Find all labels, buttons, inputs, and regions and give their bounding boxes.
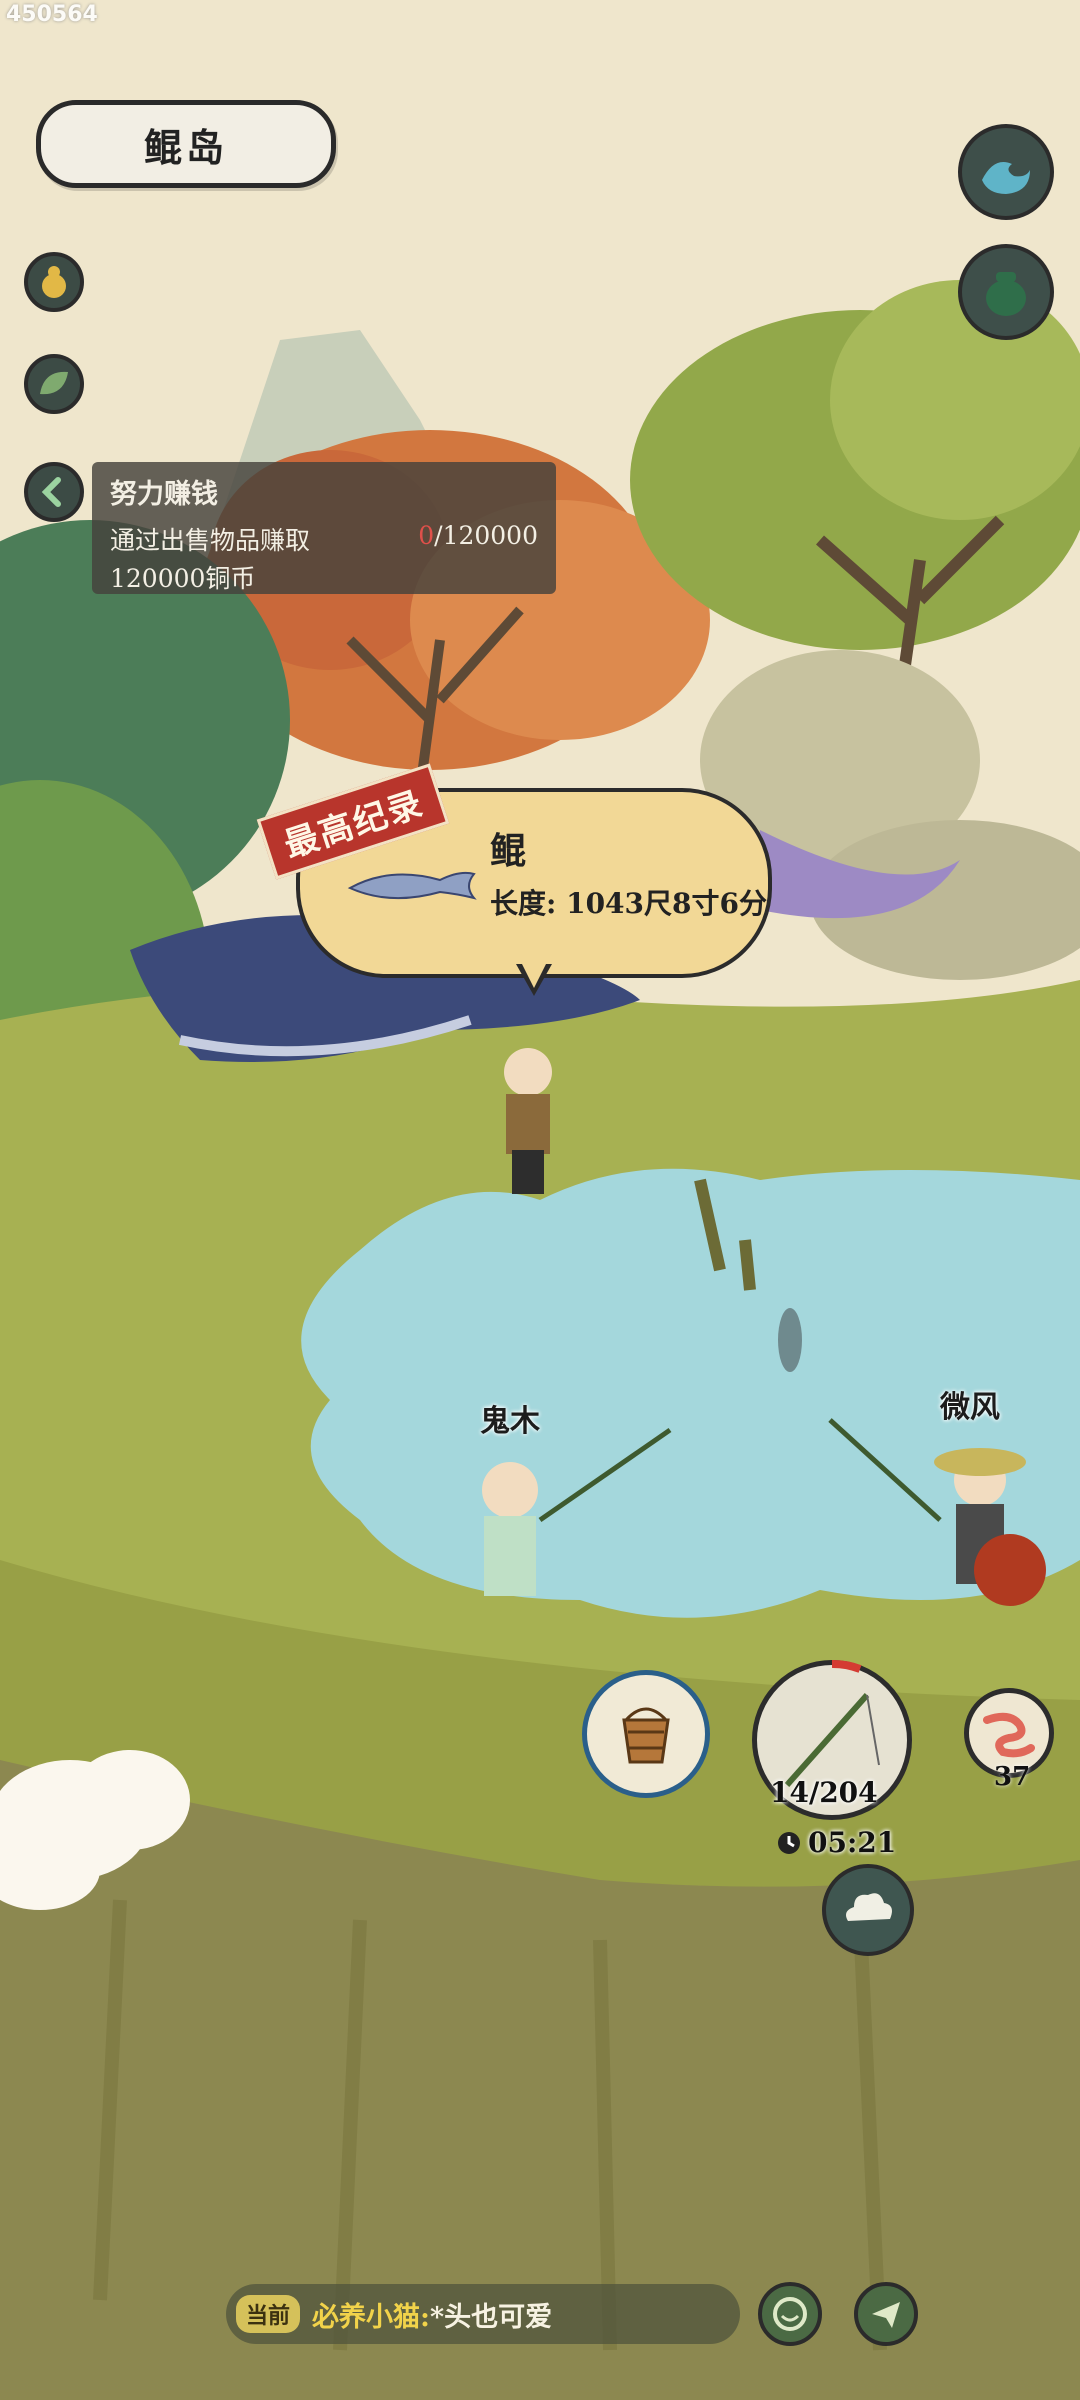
bait-count: 37: [994, 1762, 1031, 1792]
task-description: 通过出售物品赚取: [110, 526, 311, 555]
pot-button[interactable]: [958, 244, 1054, 340]
task-progress-total: /120000: [434, 521, 538, 550]
task-reward: 120000铜币: [110, 564, 256, 593]
task-panel[interactable]: 努力赚钱 通过出售物品赚取 0/120000 120000铜币: [92, 462, 556, 594]
leaf-button[interactable]: [24, 354, 84, 414]
collapse-task-button[interactable]: [24, 462, 84, 522]
gourd-icon: [42, 266, 66, 298]
task-description-row: 通过出售物品赚取 0/120000: [110, 521, 538, 557]
player-name-right: 微风: [940, 1390, 1000, 1425]
record-fish-length: 长度: 1043尺8寸6分: [490, 887, 767, 920]
bucket-button[interactable]: [582, 1670, 710, 1798]
task-progress-current: 0: [418, 521, 435, 550]
record-fish-name: 鲲: [490, 830, 527, 872]
scene-background: [0, 0, 1080, 2400]
chat-bar[interactable]: 当前 必养小猫: *头也可爱: [226, 2284, 740, 2344]
fishing-timer: 05:21: [776, 1826, 896, 1859]
rod-counter: 14/204: [770, 1776, 878, 1809]
chat-channel-badge[interactable]: 当前: [236, 2295, 301, 2333]
watermark: 450564: [6, 2, 98, 27]
pot-icon: [986, 272, 1026, 316]
player-name-left: 鬼木: [480, 1404, 540, 1439]
location-title: 鲲岛: [36, 100, 336, 188]
clock-icon: [778, 1831, 800, 1854]
cloud-button[interactable]: [822, 1864, 914, 1956]
chat-user: 必养小猫:: [312, 2301, 430, 2333]
emoji-icon: [773, 2297, 807, 2331]
fish-icon: [347, 871, 477, 900]
leaf-icon: [40, 371, 68, 395]
chevron-left-icon: [41, 477, 61, 507]
chat-message: *头也可爱: [429, 2301, 553, 2333]
gourd-button[interactable]: [24, 252, 84, 312]
fishing-timer-value: 05:21: [808, 1826, 897, 1859]
cloud-icon: [846, 1893, 892, 1921]
send-message-button[interactable]: [854, 2282, 918, 2346]
worm-icon: [983, 1712, 1035, 1758]
bucket-icon: [622, 1707, 670, 1764]
task-title: 努力赚钱: [110, 479, 218, 510]
record-bubble-tail-inner: [520, 960, 548, 988]
wave-icon: [982, 162, 1030, 194]
task-progress: 0/120000: [418, 521, 538, 557]
send-icon: [872, 2302, 900, 2328]
wave-button[interactable]: [958, 124, 1054, 220]
game-scene: [0, 0, 1080, 2400]
emoji-button[interactable]: [758, 2282, 822, 2346]
